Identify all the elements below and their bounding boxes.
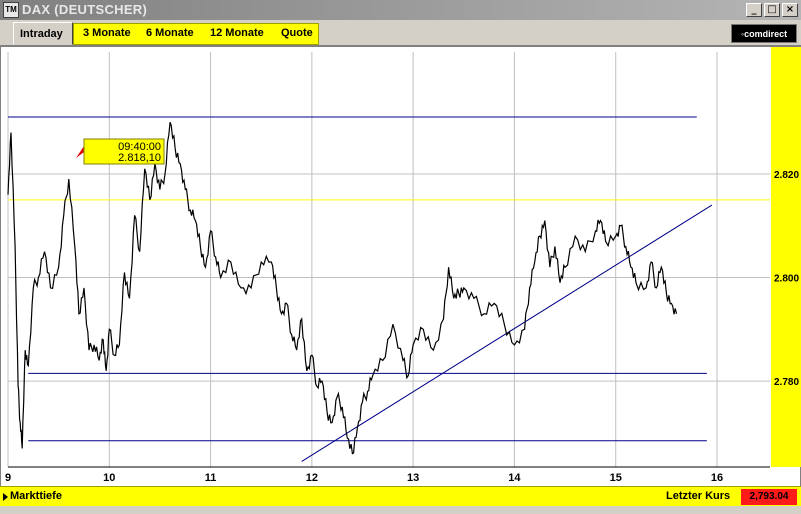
y-tick-label: 2.820 bbox=[774, 170, 799, 181]
x-tick-label: 9 bbox=[5, 472, 11, 484]
x-tick-label: 11 bbox=[205, 472, 217, 484]
x-tick-label: 12 bbox=[306, 472, 318, 484]
price-tooltip: 09:40:00 2.818,10 bbox=[76, 138, 165, 165]
x-tick-label: 15 bbox=[610, 472, 622, 484]
price-line bbox=[7, 122, 678, 455]
x-tick-label: 10 bbox=[103, 472, 115, 484]
expand-arrow-icon[interactable] bbox=[3, 493, 8, 501]
last-price-label: Letzter Kurs bbox=[666, 490, 731, 502]
support-resistance-lines bbox=[8, 116, 770, 462]
status-bar: Markttiefe Letzter Kurs 2,793.04 bbox=[0, 486, 801, 506]
markttiefe-link[interactable]: Markttiefe bbox=[10, 490, 62, 502]
x-axis-labels: 9 10 11 12 13 14 15 16 bbox=[5, 472, 723, 484]
y-tick-label: 2.780 bbox=[774, 377, 799, 388]
last-price-value: 2,793.04 bbox=[741, 489, 797, 505]
tooltip-pointer bbox=[76, 146, 84, 158]
x-tick-label: 13 bbox=[407, 472, 419, 484]
window-bottom-edge bbox=[0, 506, 801, 514]
y-axis-labels: 2.820 2.800 2.780 bbox=[774, 170, 799, 388]
x-tick-label: 16 bbox=[711, 472, 723, 484]
chart-grid bbox=[7, 52, 770, 468]
dax-intraday-chart: 2.820 2.800 2.780 9 10 11 12 13 14 15 16 09:40:00… bbox=[5, 52, 799, 484]
y-tick-label: 2.800 bbox=[774, 274, 799, 285]
tooltip-value: 2.818,10 bbox=[118, 152, 161, 164]
x-tick-label: 14 bbox=[508, 472, 521, 484]
